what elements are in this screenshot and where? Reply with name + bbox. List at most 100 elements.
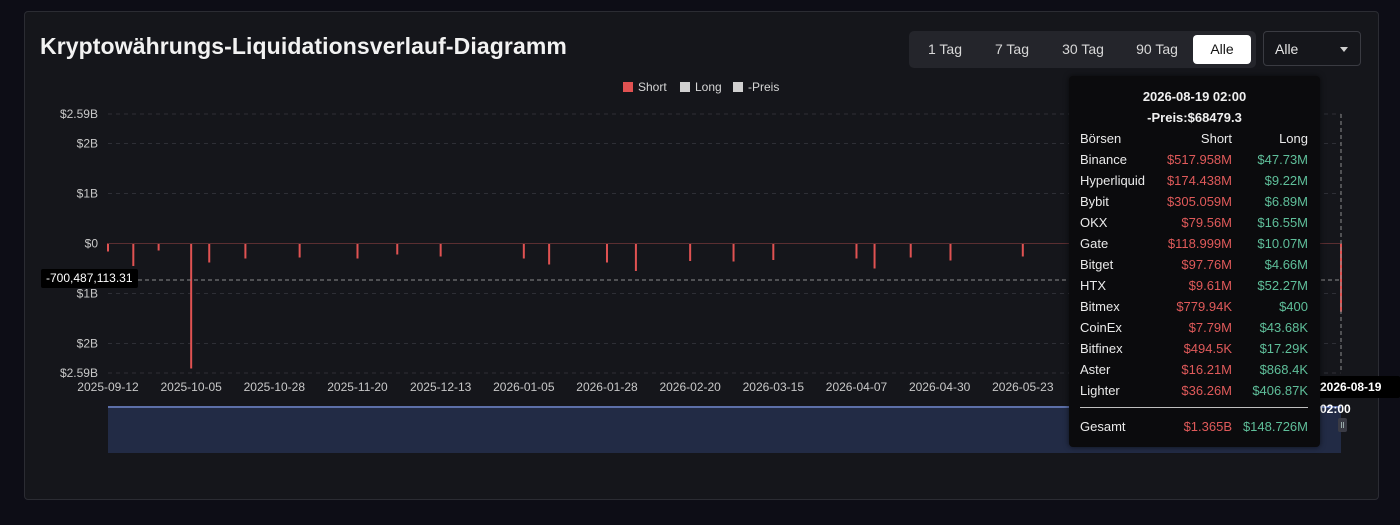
tooltip-row: Lighter $36.26M $406.87K bbox=[1080, 383, 1308, 403]
bar-short[interactable] bbox=[132, 243, 135, 267]
bar-short[interactable] bbox=[605, 243, 608, 263]
x-tick-label: 2026-05-23 bbox=[992, 380, 1054, 394]
tooltip-long-value: $9.22M bbox=[1264, 173, 1308, 188]
y-tick-label: $1B bbox=[77, 187, 98, 201]
tooltip-row: Aster $16.21M $868.4K bbox=[1080, 362, 1308, 382]
tooltip-total-row: Gesamt $1.365B $148.726M bbox=[1080, 419, 1308, 439]
bar-short[interactable] bbox=[873, 243, 876, 269]
x-tick-label: 2026-04-07 bbox=[826, 380, 888, 394]
tooltip-row: OKX $79.56M $16.55M bbox=[1080, 215, 1308, 235]
x-tick-label: 2025-10-05 bbox=[160, 380, 222, 394]
tooltip-short-value: $16.21M bbox=[1181, 362, 1232, 377]
x-tick-label: 2026-01-28 bbox=[576, 380, 638, 394]
tooltip-exchange-name: Bitfinex bbox=[1080, 341, 1123, 356]
crosshair-y-value-label: -700,487,113.31 bbox=[41, 269, 138, 288]
bar-short[interactable] bbox=[522, 243, 525, 259]
tooltip-long-value: $10.07M bbox=[1257, 236, 1308, 251]
bar-short[interactable] bbox=[732, 243, 735, 262]
y-tick-label: $0 bbox=[85, 237, 99, 251]
tooltip-exchange-name: Aster bbox=[1080, 362, 1111, 377]
tooltip-exchange-name: Gate bbox=[1080, 236, 1109, 251]
bar-short[interactable] bbox=[772, 243, 775, 261]
tooltip-exchange-name: Binance bbox=[1080, 152, 1127, 167]
tooltip-long-value: $47.73M bbox=[1257, 152, 1308, 167]
bar-short[interactable] bbox=[356, 243, 359, 259]
tooltip-price: -Preis:$68479.3 bbox=[1147, 110, 1242, 125]
tooltip-row: HTX $9.61M $52.27M bbox=[1080, 278, 1308, 298]
tooltip-long-value: $52.27M bbox=[1257, 278, 1308, 293]
y-tick-label: $2.59B bbox=[60, 107, 98, 121]
bar-short[interactable] bbox=[107, 243, 109, 252]
tooltip-row: Bitget $97.76M $4.66M bbox=[1080, 257, 1308, 277]
chart-tooltip: 2026-08-19 02:00 -Preis:$68479.3 Börsen … bbox=[1069, 76, 1320, 447]
x-tick-label: 2026-02-20 bbox=[659, 380, 721, 394]
tooltip-exchange-name: HTX bbox=[1080, 278, 1106, 293]
tooltip-long-value: $868.4K bbox=[1259, 362, 1308, 377]
tooltip-row: Binance $517.958M $47.73M bbox=[1080, 152, 1308, 172]
y-tick-label: $2.59B bbox=[60, 366, 98, 380]
bar-short[interactable] bbox=[855, 243, 858, 259]
bar-short[interactable] bbox=[909, 243, 912, 258]
tooltip-short-value: $7.79M bbox=[1188, 320, 1232, 335]
x-tick-label: 2025-12-13 bbox=[410, 380, 472, 394]
bar-short[interactable] bbox=[949, 243, 952, 261]
tooltip-header-short: Short bbox=[1200, 131, 1232, 146]
crosshair-x-value-label: 2026-08-19 02:00 bbox=[1316, 376, 1400, 416]
tooltip-row: Bybit $305.059M $6.89M bbox=[1080, 194, 1308, 214]
bar-short[interactable] bbox=[689, 243, 692, 262]
bar-short[interactable] bbox=[439, 243, 442, 257]
y-tick-label: $1B bbox=[77, 287, 98, 301]
bar-short[interactable] bbox=[396, 243, 399, 255]
tooltip-row: Bitfinex $494.5K $17.29K bbox=[1080, 341, 1308, 361]
tooltip-exchange-name: Bybit bbox=[1080, 194, 1109, 209]
tooltip-short-value: $97.76M bbox=[1181, 257, 1232, 272]
tooltip-header-long: Long bbox=[1279, 131, 1308, 146]
bar-short[interactable] bbox=[190, 243, 193, 369]
tooltip-long-value: $17.29K bbox=[1259, 341, 1308, 356]
x-tick-label: 2026-04-30 bbox=[909, 380, 971, 394]
tooltip-exchange-name: Bitmex bbox=[1080, 299, 1120, 314]
bar-short[interactable] bbox=[1021, 243, 1024, 257]
tooltip-long-value: $16.55M bbox=[1257, 215, 1308, 230]
tooltip-short-value: $79.56M bbox=[1181, 215, 1232, 230]
tooltip-exchange-name: Bitget bbox=[1080, 257, 1114, 272]
tooltip-long-value: $4.66M bbox=[1264, 257, 1308, 272]
tooltip-total-short: $1.365B bbox=[1183, 419, 1232, 434]
bar-short[interactable] bbox=[548, 243, 551, 265]
bar-short[interactable] bbox=[634, 243, 637, 272]
bar-short[interactable] bbox=[157, 243, 160, 251]
tooltip-long-value: $406.87K bbox=[1252, 383, 1308, 398]
tooltip-row: CoinEx $7.79M $43.68K bbox=[1080, 320, 1308, 340]
tooltip-total-long: $148.726M bbox=[1242, 419, 1308, 434]
tooltip-exchange-name: CoinEx bbox=[1080, 320, 1122, 335]
bar-short[interactable] bbox=[298, 243, 301, 258]
zoom-slider-handle[interactable] bbox=[1338, 418, 1347, 432]
tooltip-short-value: $9.61M bbox=[1188, 278, 1232, 293]
tooltip-total-label: Gesamt bbox=[1080, 419, 1126, 434]
tooltip-exchange-name: OKX bbox=[1080, 215, 1108, 230]
tooltip-short-value: $174.438M bbox=[1166, 173, 1232, 188]
tooltip-date: 2026-08-19 02:00 bbox=[1142, 89, 1247, 104]
tooltip-row: Bitmex $779.94K $400 bbox=[1080, 299, 1308, 319]
tooltip-row: Hyperliquid $174.438M $9.22M bbox=[1080, 173, 1308, 193]
x-tick-label: 2025-10-28 bbox=[244, 380, 306, 394]
y-tick-label: $2B bbox=[77, 337, 98, 351]
tooltip-divider bbox=[1080, 407, 1308, 408]
tooltip-long-value: $400 bbox=[1279, 299, 1308, 314]
bar-short[interactable] bbox=[208, 243, 211, 263]
tooltip-short-value: $118.999M bbox=[1167, 236, 1232, 251]
tooltip-long-value: $6.89M bbox=[1264, 194, 1308, 209]
tooltip-short-value: $305.059M bbox=[1166, 194, 1232, 209]
tooltip-row: Gate $118.999M $10.07M bbox=[1080, 236, 1308, 256]
x-tick-label: 2025-09-12 bbox=[77, 380, 139, 394]
tooltip-exchange-name: Hyperliquid bbox=[1080, 173, 1146, 188]
tooltip-short-value: $494.5K bbox=[1183, 341, 1232, 356]
tooltip-exchange-name: Lighter bbox=[1080, 383, 1120, 398]
tooltip-short-value: $779.94K bbox=[1176, 299, 1232, 314]
tooltip-header-exchange: Börsen bbox=[1080, 131, 1122, 146]
bar-short[interactable] bbox=[244, 243, 247, 259]
tooltip-short-value: $517.958M bbox=[1166, 152, 1232, 167]
x-tick-label: 2025-11-20 bbox=[327, 380, 388, 394]
tooltip-short-value: $36.26M bbox=[1181, 383, 1232, 398]
x-tick-label: 2026-03-15 bbox=[743, 380, 805, 394]
